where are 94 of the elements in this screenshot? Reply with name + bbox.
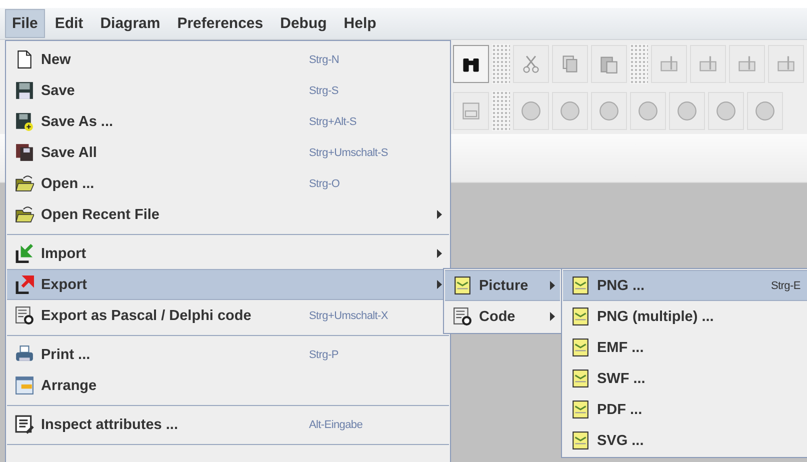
menu-title[interactable]: Edit — [48, 9, 90, 38]
menu-item[interactable]: PNG (multiple) ... — [563, 301, 807, 332]
frame-icon — [461, 100, 481, 120]
menu-item-label: PNG (multiple) ... — [597, 308, 714, 324]
diagram-tool-icon — [737, 54, 757, 74]
menu-title[interactable]: Preferences — [170, 9, 270, 38]
shortcut-text: Strg+Alt-S — [309, 116, 356, 128]
image-file-icon — [570, 338, 590, 357]
menu-item-label: Arrange — [41, 378, 97, 394]
image-file-icon — [570, 400, 590, 419]
list-pencil-icon — [14, 415, 34, 434]
circle-icon — [599, 100, 619, 120]
menu-item-label: New — [41, 52, 71, 68]
menu-item-label: SVG ... — [597, 432, 644, 448]
menu-item[interactable]: Arrange — [7, 370, 449, 401]
circle-icon — [560, 100, 580, 120]
open-folder-icon — [14, 205, 34, 224]
circle-icon — [716, 100, 736, 120]
menu-item-label: Save All — [41, 144, 97, 160]
menu-item[interactable]: Save All Strg+Umschalt-S — [7, 137, 449, 168]
menu-item[interactable]: EMF ... — [563, 332, 807, 363]
code-gear-icon — [14, 306, 34, 325]
submenu-arrow-icon — [437, 280, 442, 289]
blank-page-icon — [14, 50, 34, 69]
import-arrow-icon — [14, 244, 34, 263]
menu-item-label: Code — [479, 308, 516, 324]
menu-item[interactable]: Print ... Strg-P — [7, 339, 449, 370]
menu-item-label: Picture — [479, 278, 528, 294]
open-folder-icon — [14, 174, 34, 193]
circle-icon — [677, 100, 697, 120]
floppy-disk-plus-icon — [14, 112, 34, 131]
menu-item-label: Save — [41, 82, 75, 98]
menu-item-label: Save As ... — [41, 114, 114, 130]
export-arrow-icon — [14, 275, 34, 294]
menu-item-label: EMF ... — [597, 340, 644, 356]
scissors-icon — [521, 54, 541, 74]
printer-icon — [14, 345, 34, 364]
menu-item[interactable]: PDF ... — [563, 394, 807, 425]
menu-item-label: Export as Pascal / Delphi code — [41, 308, 252, 324]
diagram-tool-icon — [776, 54, 796, 74]
toolbar-button[interactable] — [453, 44, 489, 82]
shortcut-text: Strg-N — [309, 54, 339, 66]
diagram-tool-icon — [659, 54, 679, 74]
image-file-icon — [452, 276, 472, 295]
menu-item-label: Open Recent File — [41, 206, 160, 222]
menu-title[interactable]: Help — [336, 9, 384, 38]
menu-item-label: Import — [41, 246, 86, 262]
menu-item[interactable]: Open ... Strg-O — [7, 168, 449, 199]
menu-item[interactable]: Import — [7, 238, 449, 269]
diagram-tool-icon — [698, 54, 718, 74]
menu-item-label: Inspect attributes ... — [41, 416, 178, 432]
menu-title[interactable]: Debug — [273, 9, 334, 38]
image-file-icon — [570, 307, 590, 326]
toolbar-grip[interactable] — [492, 90, 510, 130]
submenu-arrow-icon — [550, 281, 555, 290]
circle-icon — [521, 100, 541, 120]
image-file-icon — [570, 431, 590, 450]
shortcut-text: Strg-E — [771, 280, 800, 292]
menu-item-label: Print ... — [41, 346, 90, 362]
shortcut-text: Strg-O — [309, 178, 340, 190]
circle-icon — [638, 100, 658, 120]
menu-title[interactable]: Diagram — [93, 9, 168, 38]
window-layout-icon — [14, 376, 34, 395]
menu-item-label: Export — [41, 276, 87, 292]
image-file-icon — [570, 276, 590, 295]
shortcut-text: Alt-Eingabe — [309, 418, 363, 430]
shortcut-text: Strg+Umschalt-S — [309, 146, 388, 158]
submenu-arrow-icon — [550, 312, 555, 321]
toolbar-grip[interactable] — [492, 44, 510, 84]
submenu-arrow-icon — [437, 210, 442, 219]
menu-item[interactable]: Inspect attributes ... Alt-Eingabe — [7, 409, 449, 440]
menu-item[interactable]: SWF ... — [563, 363, 807, 394]
menu-item[interactable]: Save Strg-S — [7, 75, 449, 106]
toolbar-grip[interactable] — [630, 44, 648, 84]
menu-item[interactable]: Picture — [445, 270, 560, 301]
menu-item[interactable]: New Strg-N — [7, 44, 449, 75]
menu-title[interactable]: File — [5, 9, 45, 38]
shortcut-text: Strg+Umschalt-X — [309, 310, 388, 322]
image-file-icon — [570, 369, 590, 388]
menu-item-label: Open ... — [41, 176, 94, 192]
menu-item-label: PDF ... — [597, 402, 642, 418]
code-gear-icon — [452, 307, 472, 326]
menu-item-label: SWF ... — [597, 370, 646, 386]
menu-item[interactable]: Open Recent File — [7, 199, 449, 230]
menu-item[interactable]: Save As ... Strg+Alt-S — [7, 106, 449, 137]
menu-item-label: PNG ... — [597, 278, 645, 294]
copy-icon — [560, 54, 580, 74]
stacked-disks-icon — [14, 143, 34, 162]
shortcut-text: Strg-P — [309, 348, 338, 360]
menu-item[interactable]: PNG ... Strg-E — [563, 270, 807, 301]
shortcut-text: Strg-S — [309, 84, 338, 96]
submenu-arrow-icon — [437, 249, 442, 258]
circle-icon — [755, 100, 775, 120]
menu-item[interactable]: SVG ... — [563, 425, 807, 456]
